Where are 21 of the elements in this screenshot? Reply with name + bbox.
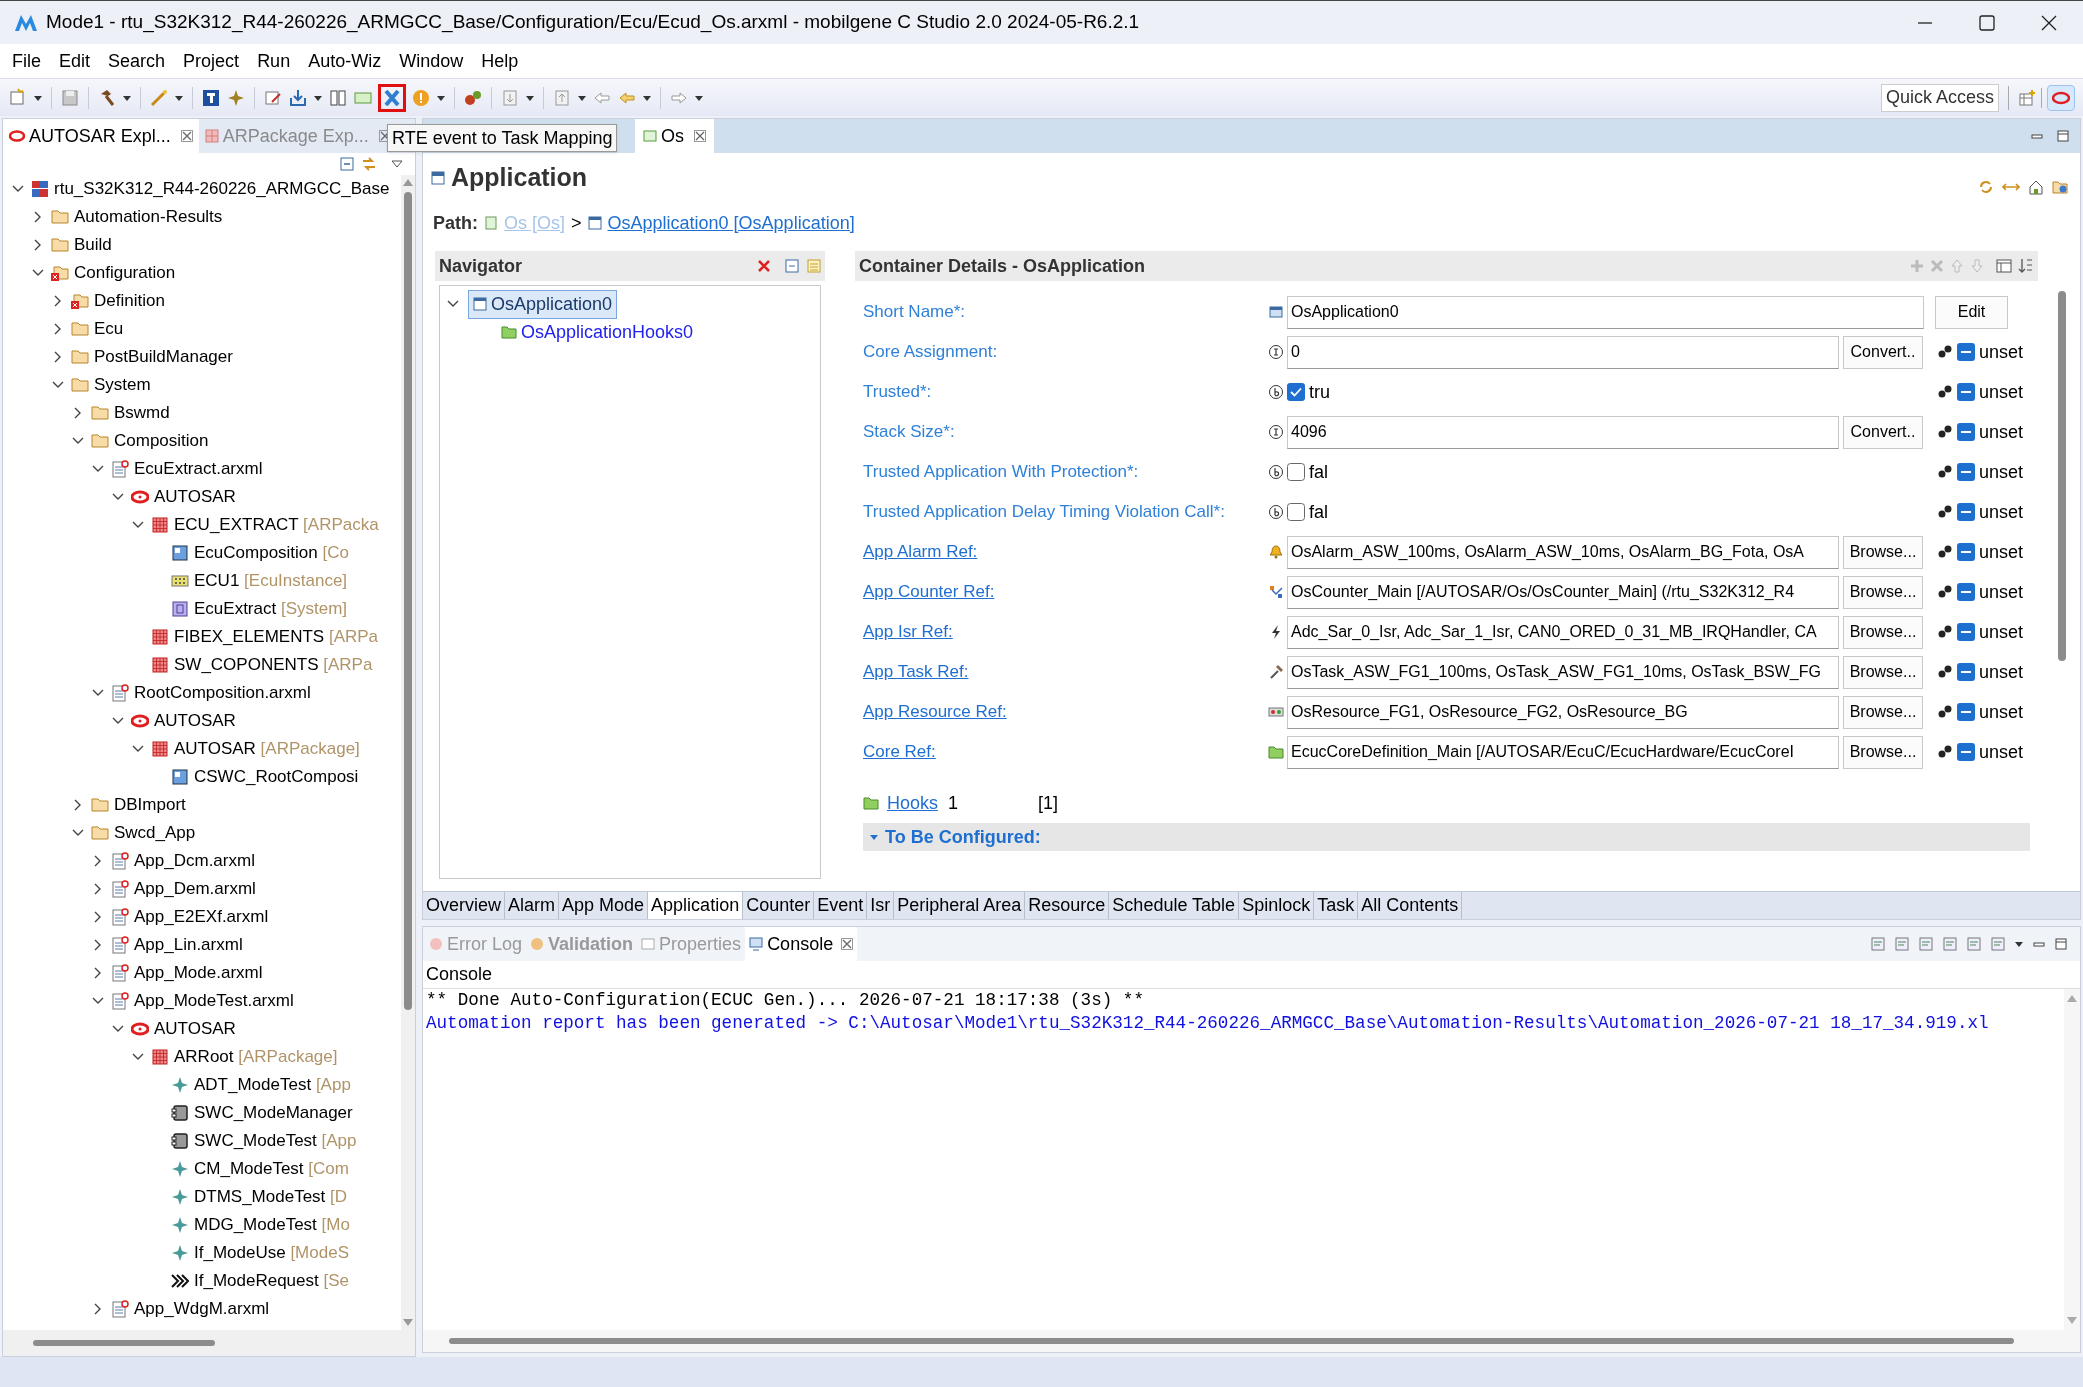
checkbox-value: tru <box>1309 380 1330 404</box>
console-line: ** Done Auto-Configuration(ECUC Gen.)... 2026-07-21 18:17:38 (3s) ** <box>426 989 1145 1012</box>
path-separator: > <box>571 211 582 235</box>
page-title: Application <box>451 162 588 194</box>
hooks-multiplicity: [1] <box>1038 791 1059 815</box>
field-label: Trusted Application Delay Timing Violation Call*: <box>863 501 1226 524</box>
console-line: Automation report has been generated -> C:\Autosar\Mode1\rtu_S32K312_R44-260226_ARMGCC_Base\Automation-Results\Automation_2026-07-21 18_17_34.919.xl <box>426 1012 1990 1035</box>
field-label: Trusted*: <box>863 381 933 404</box>
field-label: Short Name*: <box>863 301 967 324</box>
tooltip: RTE event to Task Mapping <box>387 124 618 152</box>
panel-title: Navigator <box>439 254 523 278</box>
field-label: Stack Size*: <box>863 421 956 444</box>
window-title: Mode1 - rtu_S32K312_R44-260226_ARMGCC_Base/Configuration/Ecu/Ecud_Os.arxml - mobilgene C Studio 2.0 2024-05-R6.2.1 <box>46 10 1140 35</box>
path-label: Path: <box>433 211 478 235</box>
field-label: Core Assignment: <box>863 341 999 364</box>
panel-title: Container Details - OsApplication <box>859 254 1146 278</box>
checkbox-value: fal <box>1309 500 1328 524</box>
field-label: Trusted Application With Protection*: <box>863 461 1140 484</box>
console-title: Console <box>426 964 493 984</box>
checkbox-value: fal <box>1309 460 1328 484</box>
hooks-count: 1 <box>948 791 959 815</box>
